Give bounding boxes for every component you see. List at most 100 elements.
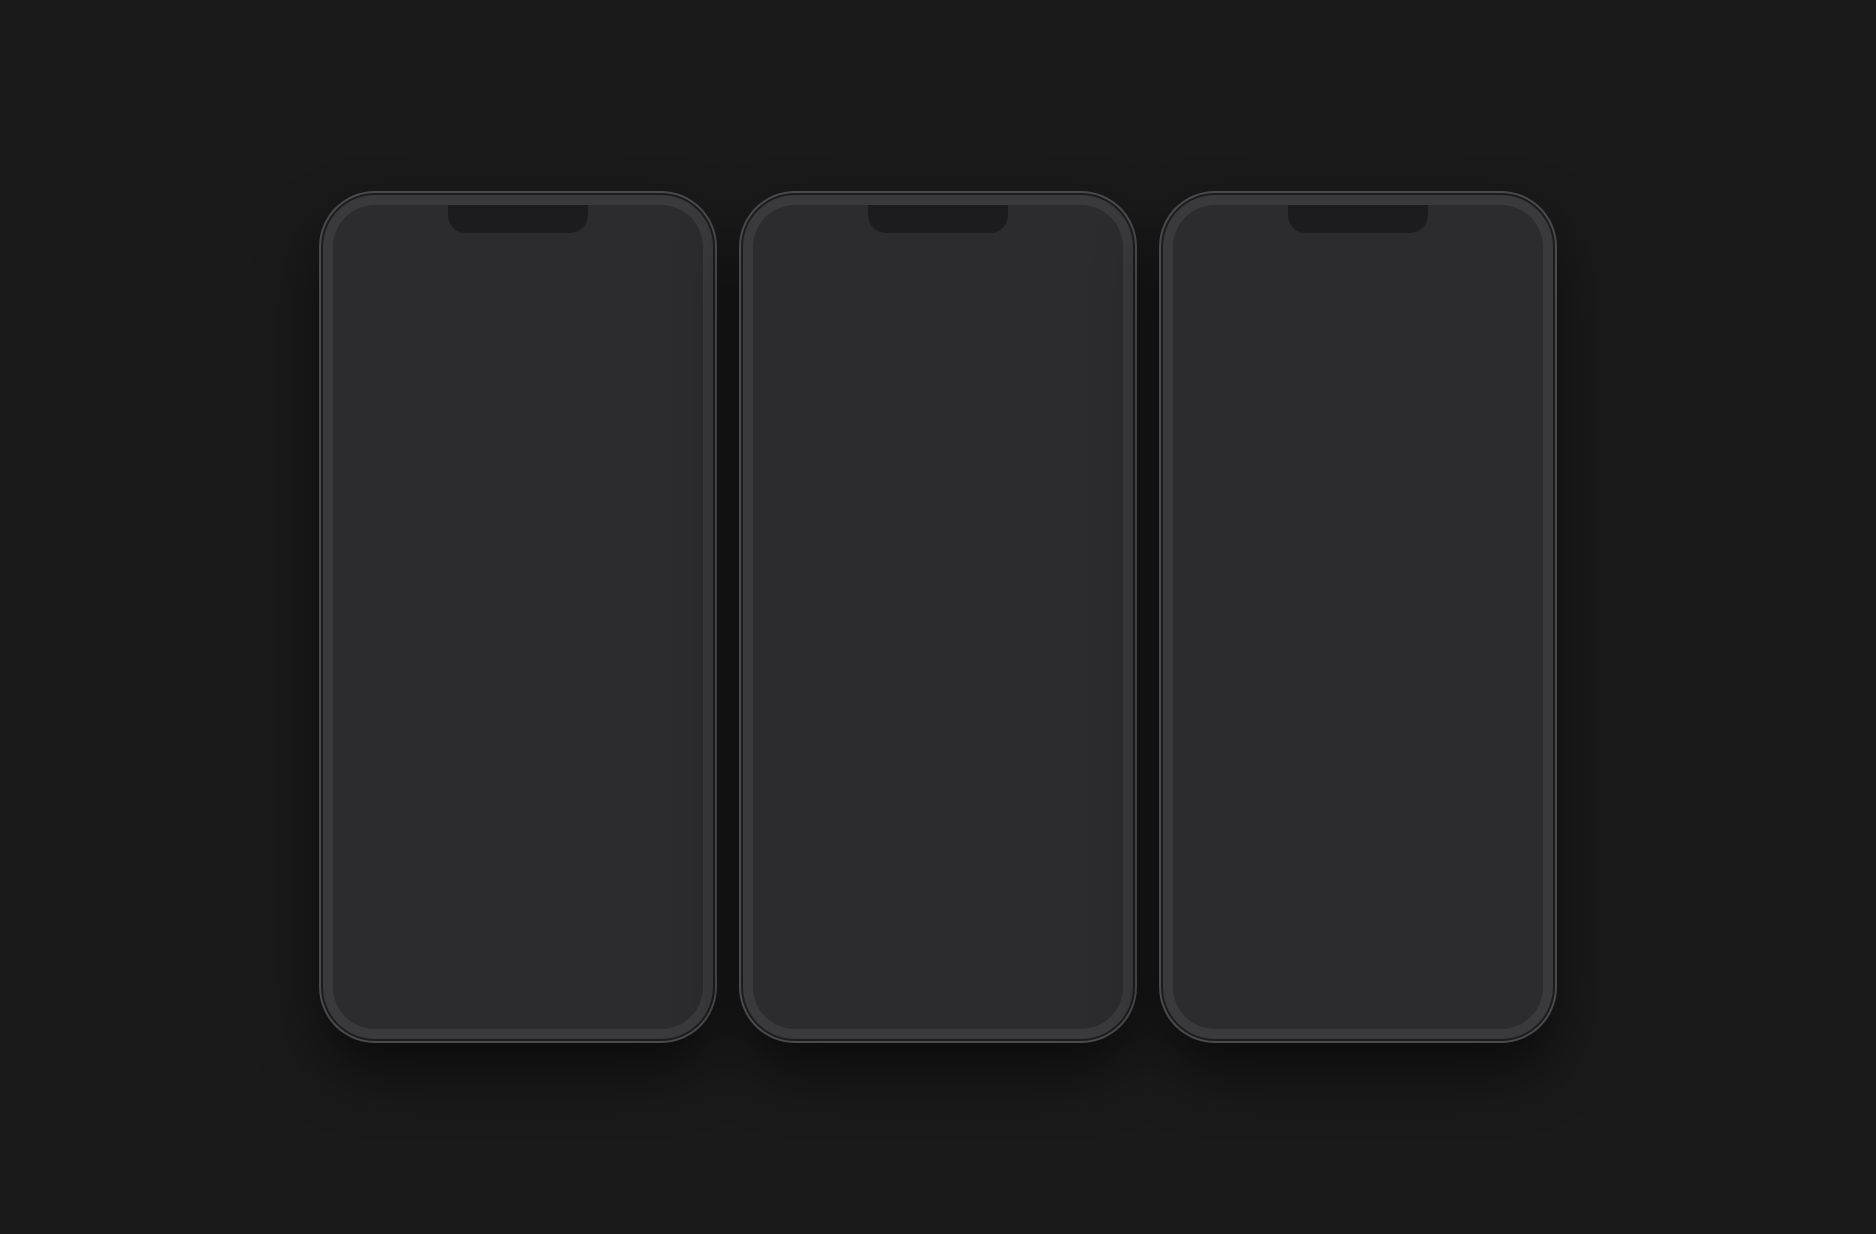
maps-icon-3[interactable]: 📍 bbox=[1371, 257, 1431, 317]
calendar-icon-1[interactable]: MON 22 bbox=[445, 785, 505, 845]
mail-dock-icon-3[interactable]: ✉ bbox=[1293, 945, 1349, 1001]
calendar-widget-3[interactable]: WWDC No more events today JUNE S M T W bbox=[1189, 449, 1527, 569]
app-notes-3[interactable]: Notes bbox=[1189, 829, 1268, 904]
dock-messages-3[interactable]: 💬 bbox=[1218, 945, 1274, 1001]
slack-icon-3[interactable] bbox=[1198, 733, 1258, 793]
slack-icon-2[interactable] bbox=[778, 571, 838, 631]
music-widget-2[interactable]: The New Abnormal The Strokes ♪ bbox=[769, 257, 1107, 422]
youtube-icon-2[interactable] bbox=[865, 475, 925, 535]
app-slack-3[interactable]: Slack bbox=[1189, 733, 1268, 808]
camera-icon-2[interactable]: 📷 bbox=[865, 571, 925, 631]
phone-dock-icon[interactable]: 📞 bbox=[602, 945, 658, 1001]
app-reminders-1[interactable]: Reminders bbox=[609, 571, 688, 646]
photos-icon-2[interactable] bbox=[951, 571, 1011, 631]
dock-messages-1[interactable]: 💬 bbox=[378, 945, 434, 1001]
dock-safari-1[interactable]: 🧭 bbox=[527, 945, 583, 1001]
app-clock-3[interactable]: Clock bbox=[1362, 829, 1441, 904]
safari-dock-icon-2[interactable]: 🧭 bbox=[947, 945, 1003, 1001]
phone-dock-icon-2[interactable]: 📞 bbox=[1022, 945, 1078, 1001]
camera-icon[interactable]: 📷 bbox=[618, 475, 678, 535]
messages-dock-icon-2[interactable]: 💬 bbox=[798, 945, 854, 1001]
app-maps-3[interactable]: 📍 Maps bbox=[1362, 257, 1440, 332]
translate-icon-2[interactable]: A文 bbox=[951, 475, 1011, 535]
app-maps-2[interactable]: 📍 Maps bbox=[769, 475, 848, 550]
dock-messages-2[interactable]: 💬 bbox=[798, 945, 854, 1001]
app-clock-2[interactable]: Clock bbox=[942, 762, 1021, 837]
app-notes-1[interactable]: Notes bbox=[522, 571, 601, 646]
translate-icon-3[interactable]: A文 bbox=[1371, 342, 1431, 402]
app-home-1[interactable]: 🏠 Home bbox=[436, 667, 515, 760]
safari-dock-icon-3[interactable]: 🧭 bbox=[1367, 945, 1423, 1001]
notes-icon-2[interactable] bbox=[951, 667, 1011, 727]
home-icon[interactable]: 🏠 bbox=[445, 667, 505, 727]
clock-icon-3[interactable] bbox=[1371, 829, 1431, 889]
home-icon-2[interactable]: 🏠 bbox=[1038, 571, 1098, 631]
app-notes-2[interactable]: Notes bbox=[942, 667, 1021, 742]
translate-icon[interactable]: A文 bbox=[358, 571, 418, 631]
app-calendar-2[interactable]: MON 22 Calendar bbox=[1029, 762, 1108, 837]
app-settings-3[interactable]: ⚙ Settings bbox=[1450, 342, 1528, 417]
settings-icon-3[interactable]: ⚙ bbox=[1458, 342, 1518, 402]
maps-icon-2[interactable]: 📍 bbox=[778, 475, 838, 535]
dock-phone-2[interactable]: 📞 bbox=[1022, 945, 1078, 1001]
reminders-icon-3[interactable] bbox=[1285, 829, 1345, 889]
app-camera-3[interactable]: 📷 Camera bbox=[1276, 733, 1355, 808]
settings-icon[interactable]: ⚙ bbox=[445, 571, 505, 631]
notes-icon-3[interactable] bbox=[1198, 829, 1258, 889]
app-settings-1[interactable]: ⚙ Settings bbox=[436, 571, 515, 646]
app-reminders-2[interactable]: Reminders bbox=[1029, 667, 1108, 742]
dock-safari-3[interactable]: 🧭 bbox=[1367, 945, 1423, 1001]
batteries-widget-3[interactable]: 100% 85% bbox=[1189, 257, 1352, 417]
app-reminders-3[interactable]: Reminders bbox=[1276, 829, 1355, 904]
home-icon-3[interactable]: 🏠 bbox=[1458, 733, 1518, 793]
calendar-icon-2[interactable]: MON 22 bbox=[1038, 762, 1098, 822]
settings-icon-2[interactable]: ⚙ bbox=[1038, 475, 1098, 535]
app-home-3[interactable]: 🏠 Home bbox=[1449, 733, 1528, 808]
clock-icon-1[interactable] bbox=[358, 785, 418, 845]
youtube-icon[interactable] bbox=[445, 475, 505, 535]
app-slack-1[interactable]: Slack bbox=[522, 475, 601, 550]
dock-phone-3[interactable]: 📞 bbox=[1442, 945, 1498, 1001]
app-maps-1[interactable]: 📍 Maps bbox=[349, 475, 428, 550]
dock-mail-2[interactable]: ✉ bbox=[873, 945, 929, 1001]
app-calendar-3[interactable]: MON 22 Calendar bbox=[1449, 829, 1528, 904]
reminders-icon-2[interactable] bbox=[1038, 667, 1098, 727]
calendar-icon-3[interactable]: MON 22 bbox=[1458, 829, 1518, 889]
photos-icon[interactable] bbox=[358, 667, 418, 727]
app-translate-2[interactable]: A文 Translate bbox=[942, 475, 1021, 550]
slack-icon[interactable] bbox=[531, 475, 591, 535]
app-youtube-3[interactable]: YouTube bbox=[1450, 257, 1528, 332]
safari-dock-icon[interactable]: 🧭 bbox=[527, 945, 583, 1001]
camera-icon-3[interactable]: 📷 bbox=[1285, 733, 1345, 793]
app-translate-3[interactable]: A文 Translate bbox=[1362, 342, 1440, 417]
podcast-widget-2[interactable]: 🎙 1H 47M LEFT Ali Abdaal bbox=[769, 667, 934, 832]
app-slack-2[interactable]: Slack bbox=[769, 571, 848, 646]
phone-dock-icon-3[interactable]: 📞 bbox=[1442, 945, 1498, 1001]
youtube-icon-3[interactable] bbox=[1458, 257, 1518, 317]
app-settings-2[interactable]: ⚙ Settings bbox=[1029, 475, 1108, 550]
weather-widget[interactable]: 80° ☁ Expect rain in the next hour Inten… bbox=[349, 257, 687, 402]
photos-icon-3[interactable] bbox=[1371, 733, 1431, 793]
app-photos-3[interactable]: Photos bbox=[1362, 733, 1441, 808]
app-calendar-1[interactable]: MON 22 Calendar bbox=[436, 785, 515, 860]
app-youtube-1[interactable]: YouTube bbox=[436, 475, 515, 550]
notes-icon[interactable] bbox=[531, 571, 591, 631]
dock-phone-1[interactable]: 📞 bbox=[602, 945, 658, 1001]
messages-dock-icon[interactable]: 💬 bbox=[378, 945, 434, 1001]
maps-icon[interactable]: 📍 bbox=[358, 475, 418, 535]
dock-safari-2[interactable]: 🧭 bbox=[947, 945, 1003, 1001]
messages-dock-icon-3[interactable]: 💬 bbox=[1218, 945, 1274, 1001]
music-widget-phone1[interactable]: The New Abnormal The Strokes ♪ bbox=[522, 667, 687, 760]
app-clock-1[interactable]: Clock bbox=[349, 785, 428, 860]
mail-dock-icon[interactable]: ✉ bbox=[453, 945, 509, 1001]
app-photos-2[interactable]: Photos bbox=[942, 571, 1021, 646]
clock-icon-2[interactable] bbox=[951, 762, 1011, 822]
mail-dock-icon-2[interactable]: ✉ bbox=[873, 945, 929, 1001]
dock-mail-1[interactable]: ✉ bbox=[453, 945, 509, 1001]
app-camera-1[interactable]: 📷 Camera bbox=[609, 475, 688, 550]
dock-mail-3[interactable]: ✉ bbox=[1293, 945, 1349, 1001]
app-photos-1[interactable]: Photos bbox=[349, 667, 428, 760]
reminders-icon[interactable] bbox=[618, 571, 678, 631]
app-translate-1[interactable]: A文 Translate bbox=[349, 571, 428, 646]
app-camera-2[interactable]: 📷 Camera bbox=[856, 571, 935, 646]
